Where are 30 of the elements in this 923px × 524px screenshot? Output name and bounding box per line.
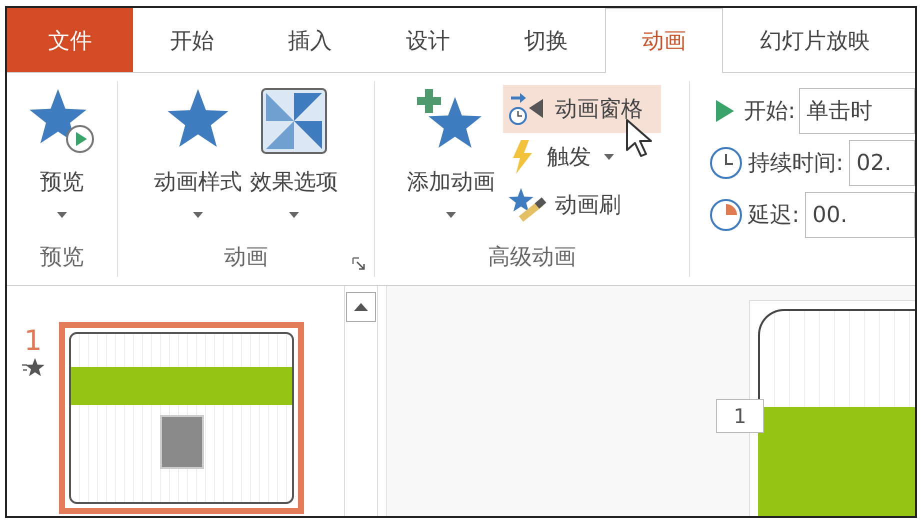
ribbon-button[interactable]: 动画样式: [150, 85, 246, 237]
ribbon-button[interactable]: 触发: [503, 133, 661, 181]
clock-icon: [708, 197, 744, 233]
ribbon-button[interactable]: 动画窗格: [503, 85, 661, 133]
ribbon-button[interactable]: 动画刷: [503, 181, 661, 229]
input-field[interactable]: 单击时: [799, 88, 915, 134]
cursor-icon: [625, 118, 653, 158]
star-brush-icon: [507, 187, 547, 223]
ribbon-tab[interactable]: 动画: [605, 8, 723, 73]
scroll-up-icon: [346, 292, 376, 322]
scrollbar[interactable]: [344, 286, 378, 516]
slide-thumbnail[interactable]: [59, 322, 304, 514]
ribbon-button[interactable]: 添加动画: [403, 85, 499, 237]
ribbon-button[interactable]: 效果选项: [246, 85, 342, 237]
group-label: 预览: [40, 244, 84, 272]
animation-tag: 1: [716, 399, 764, 433]
slide-number: 1: [24, 324, 42, 357]
pinwheel-icon: [260, 87, 328, 155]
input-field[interactable]: 02.: [849, 140, 915, 186]
field-label: 延迟:: [748, 202, 800, 230]
field-label: 开始:: [744, 98, 796, 126]
group-label: 高级动画: [488, 244, 576, 272]
clock-icon: [708, 145, 744, 181]
input-field[interactable]: 00.: [805, 192, 915, 238]
dialog-launcher-icon[interactable]: [352, 257, 366, 271]
field-label: 持续时间:: [748, 150, 844, 178]
ribbon-tab[interactable]: 文件: [7, 8, 133, 72]
ribbon-button[interactable]: 预览: [24, 85, 100, 237]
star-play-icon: [28, 87, 96, 155]
group-label: 动画: [224, 244, 268, 272]
